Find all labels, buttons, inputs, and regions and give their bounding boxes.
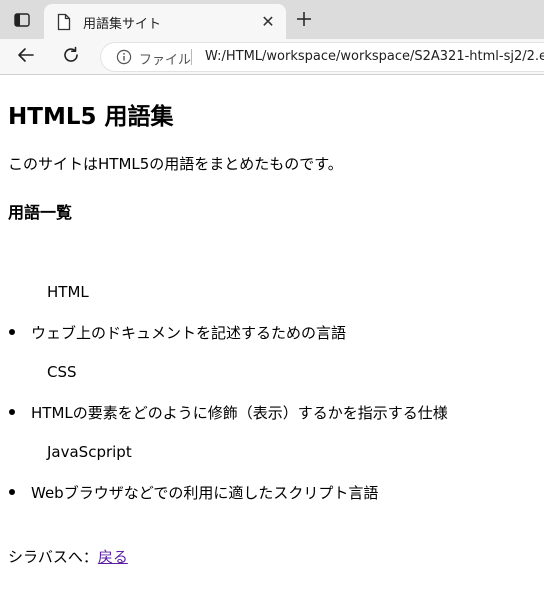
browser-toolbar: ファイル W:/HTML/workspace/workspace/S2A321-… <box>0 39 544 75</box>
tab-title: 用語集サイト <box>83 17 162 32</box>
tab-actions-icon <box>14 12 30 31</box>
term-description-text: Webブラウザなどでの利用に適したスクリプト言語 <box>31 484 379 502</box>
back-button[interactable] <box>12 43 40 71</box>
address-bar[interactable]: ファイル W:/HTML/workspace/workspace/S2A321-… <box>100 42 544 72</box>
plus-icon <box>296 11 312 31</box>
term-description: ウェブ上のドキュメントを記述するための言語 <box>9 322 347 343</box>
term-description: HTMLの要素をどのように修飾（表示）するかを指示する仕様 <box>9 402 448 423</box>
arrow-left-icon <box>17 47 35 67</box>
bullet-icon <box>9 489 15 495</box>
new-tab-button[interactable] <box>291 8 317 34</box>
page-content: HTML5 用語集 このサイトはHTML5の用語をまとめたものです。 用語一覧 … <box>0 76 544 615</box>
close-tab-icon[interactable]: ✕ <box>258 12 278 32</box>
term-description: Webブラウザなどでの利用に適したスクリプト言語 <box>9 482 379 503</box>
term-description-text: ウェブ上のドキュメントを記述するための言語 <box>31 324 347 342</box>
document-icon <box>57 13 71 31</box>
tab-strip: 用語集サイト ✕ <box>0 0 544 39</box>
active-tab[interactable]: 用語集サイト ✕ <box>44 4 286 39</box>
reload-button[interactable] <box>57 43 85 71</box>
info-icon[interactable] <box>116 49 132 65</box>
tab-actions-button[interactable] <box>9 9 35 33</box>
bullet-icon <box>9 409 15 415</box>
bullet-icon <box>9 329 15 335</box>
term-description-text: HTMLの要素をどのように修飾（表示）するかを指示する仕様 <box>31 404 448 422</box>
back-link[interactable]: 戻る <box>98 548 128 566</box>
page-title: HTML5 用語集 <box>8 104 174 130</box>
term-list-heading: 用語一覧 <box>8 203 73 222</box>
syllabus-footer: シラバスへ：戻る <box>8 546 128 567</box>
site-info-label[interactable]: ファイル <box>139 49 191 68</box>
address-separator <box>191 49 192 65</box>
browser-window: 用語集サイト ✕ ファイル W:/HTML/workspace/workspac… <box>0 0 544 615</box>
footer-prefix: シラバスへ： <box>8 548 98 566</box>
reload-icon <box>62 46 80 68</box>
term-label: JavaScpript <box>47 443 132 461</box>
intro-text: このサイトはHTML5の用語をまとめたものです。 <box>8 155 343 173</box>
term-label: HTML <box>47 283 89 301</box>
term-label: CSS <box>47 363 77 381</box>
url-text[interactable]: W:/HTML/workspace/workspace/S2A321-html-… <box>205 49 544 64</box>
